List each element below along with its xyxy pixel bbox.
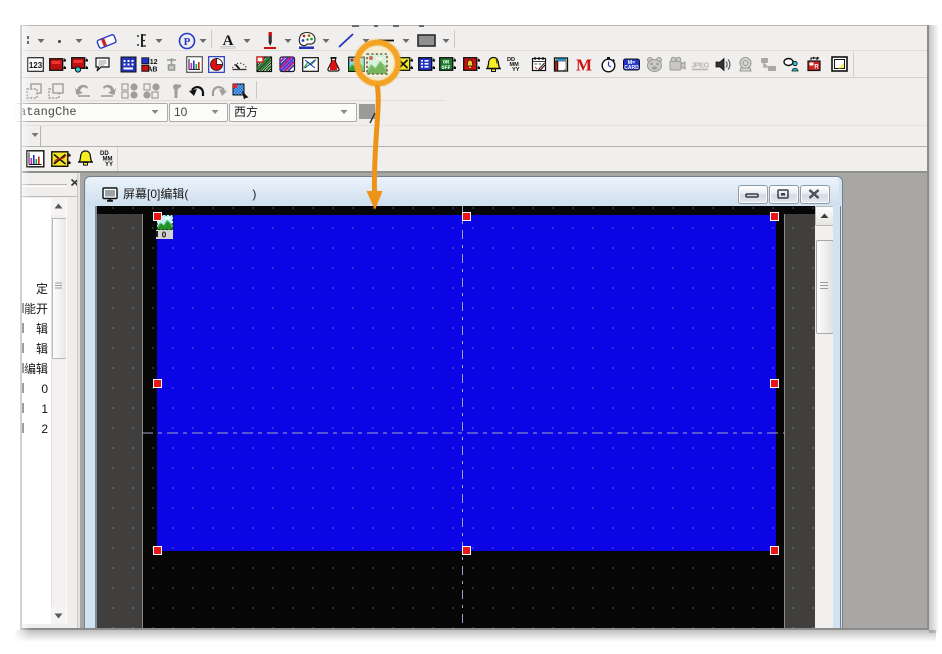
svg-text:0: 0 <box>162 231 167 240</box>
svg-text:YY: YY <box>512 67 520 73</box>
svg-text:YY: YY <box>105 162 113 167</box>
svg-text:R: R <box>814 65 819 71</box>
svg-text:P: P <box>184 36 191 48</box>
svg-text:AB: AB <box>147 67 157 74</box>
svg-text:123: 123 <box>29 61 43 70</box>
svg-text:JPEG: JPEG <box>691 61 710 70</box>
svg-text:OFF: OFF <box>441 65 450 71</box>
svg-text:CARD: CARD <box>624 65 639 71</box>
svg-text:12: 12 <box>150 59 158 66</box>
svg-text:M: M <box>576 56 592 73</box>
